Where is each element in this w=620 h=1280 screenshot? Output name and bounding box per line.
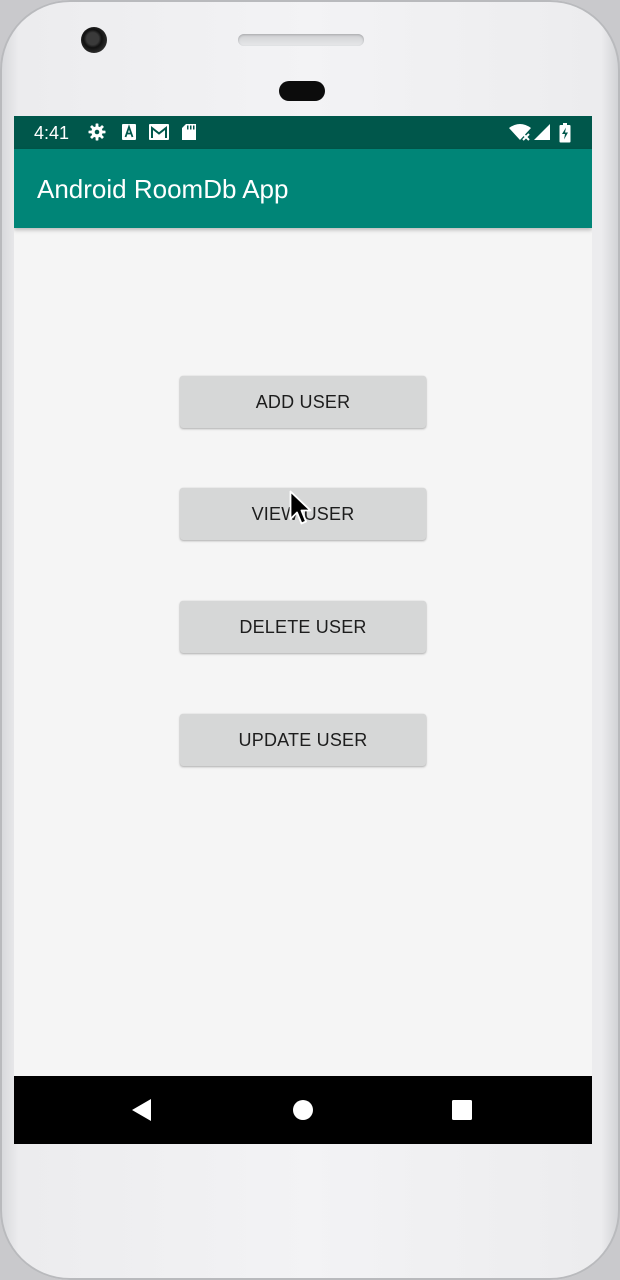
- app-title: Android RoomDb App: [37, 174, 289, 204]
- main-content: ADD USER VIEW USER DELETE USER UPDATE US…: [14, 228, 592, 1076]
- app-bar: Android RoomDb App: [14, 149, 592, 228]
- status-time: 4:41: [34, 123, 70, 143]
- status-bar: 4:41: [14, 116, 592, 149]
- text-a-icon: [122, 124, 136, 140]
- navigation-bar: [14, 1076, 592, 1144]
- earpiece: [279, 81, 325, 101]
- phone-frame: 4:41 Android RoomDb App ADD USER VIEW US…: [0, 0, 620, 1280]
- delete-user-button[interactable]: DELETE USER: [180, 601, 426, 653]
- battery-charging-icon: [559, 123, 571, 143]
- cell-signal-icon: [534, 124, 550, 140]
- device-screen: 4:41 Android RoomDb App ADD USER VIEW US…: [14, 116, 592, 1144]
- recents-icon[interactable]: [451, 1098, 473, 1122]
- mouse-cursor-icon: [289, 490, 312, 525]
- update-user-button[interactable]: UPDATE USER: [180, 714, 426, 766]
- speaker-grille: [238, 34, 364, 46]
- home-icon[interactable]: [291, 1098, 315, 1122]
- sd-card-icon: [182, 124, 196, 140]
- back-icon[interactable]: [130, 1098, 152, 1122]
- wifi-icon: [509, 124, 531, 141]
- gmail-icon: [149, 124, 169, 140]
- front-camera: [81, 27, 107, 53]
- add-user-button[interactable]: ADD USER: [180, 376, 426, 428]
- gear-icon: [88, 123, 106, 141]
